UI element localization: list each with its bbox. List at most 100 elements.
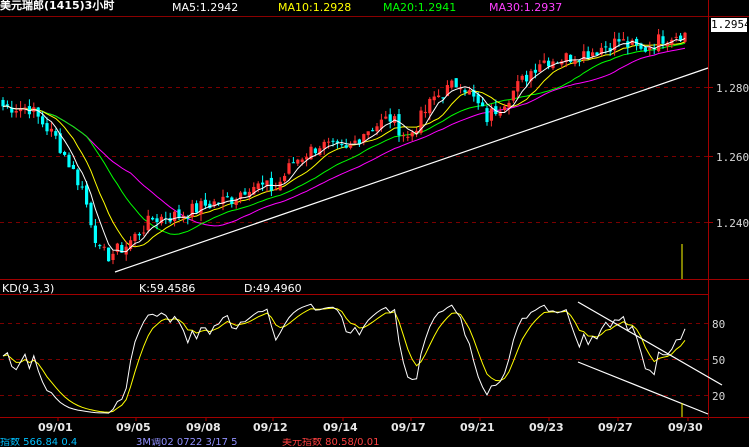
candle-body — [54, 131, 58, 136]
candle-body — [243, 191, 247, 195]
candlestick-series — [1, 28, 687, 265]
x-label-0930: 09/30 — [668, 421, 703, 434]
ticker-strip[interactable]: 指数 566.84 0.4 3M调02 0722 3/17 5 美元指数 80.… — [0, 438, 749, 447]
candle-body — [146, 215, 150, 231]
candle-body — [643, 47, 647, 52]
candle-body — [111, 253, 115, 261]
current-price-box: 1.2954 — [711, 18, 749, 32]
candle-body — [322, 141, 326, 149]
candle-body — [49, 128, 53, 132]
candle-body — [375, 126, 379, 132]
candle-body — [331, 140, 335, 142]
candle-body — [674, 36, 678, 38]
candle-body — [591, 52, 595, 57]
ma5-label: MA5:1.2942 — [172, 1, 239, 14]
ticker-index[interactable]: 指数 566.84 0.4 — [0, 438, 77, 447]
kd-channel-lines — [577, 301, 723, 415]
candle-body — [357, 139, 361, 144]
candle-body — [353, 140, 357, 143]
candle-body — [133, 233, 137, 241]
kd-d-value: D:49.4960 — [244, 282, 302, 295]
candle-body — [71, 164, 75, 170]
ma5-path — [2, 37, 686, 253]
candle-body — [269, 177, 273, 191]
candle-body — [199, 201, 203, 215]
candle-body — [67, 154, 71, 168]
instrument-title: 美元瑞郎(1415)3小时 — [0, 0, 115, 12]
candle-body — [533, 69, 537, 73]
candle-body — [384, 116, 388, 119]
candle-body — [340, 144, 344, 146]
candle-body — [388, 114, 392, 122]
candle-body — [98, 245, 102, 247]
candle-body — [569, 54, 573, 62]
x-label-0908: 09/08 — [186, 421, 221, 434]
candle-body — [142, 232, 146, 234]
candle-body — [485, 108, 489, 123]
candle-body — [547, 60, 551, 67]
candle-body — [5, 104, 9, 106]
candle-body — [283, 175, 287, 182]
price-label-2: 1.2600 — [716, 151, 749, 164]
kd-label-80: 80 — [712, 318, 726, 331]
kd-label-50: 50 — [712, 354, 726, 367]
candle-body — [89, 202, 93, 226]
candle-body — [256, 183, 260, 190]
candle-body — [450, 80, 454, 88]
x-label-0921: 09/21 — [460, 421, 495, 434]
candle-body — [349, 144, 353, 148]
price-label-3: 1.2400 — [716, 217, 749, 230]
candle-body — [406, 136, 410, 138]
x-label-0917: 09/17 — [391, 421, 426, 434]
support-trendline — [114, 67, 709, 273]
candle-body — [397, 114, 401, 136]
candle-body — [432, 96, 436, 101]
candle-body — [573, 60, 577, 64]
candle-body — [137, 233, 141, 236]
candle-body — [604, 46, 608, 48]
candle-body — [313, 148, 317, 154]
price-label-1: 1.2800 — [716, 82, 749, 95]
candle-body — [80, 186, 84, 188]
candle-body — [503, 106, 507, 111]
ma20-label: MA20:1.2941 — [383, 1, 457, 14]
ma30-path — [2, 47, 686, 227]
ticker-usd-index[interactable]: 美元指数 80.58/0.01 — [282, 438, 379, 447]
candle-body — [296, 159, 300, 164]
candle-body — [225, 196, 229, 198]
candle-body — [291, 162, 295, 164]
candle-body — [261, 182, 265, 185]
kd-k-path — [2, 303, 686, 414]
candle-body — [463, 90, 467, 93]
ticker-mid[interactable]: 3M调02 0722 3/17 5 — [136, 438, 238, 447]
ma10-path — [2, 41, 686, 248]
candle-body — [93, 225, 97, 244]
candle-body — [344, 145, 348, 148]
x-label-0905: 09/05 — [116, 421, 151, 434]
candle-body — [511, 90, 515, 101]
candle-body — [542, 60, 546, 63]
candle-body — [107, 247, 111, 262]
candle-body — [41, 116, 45, 125]
candle-body — [186, 217, 190, 219]
candle-body — [155, 218, 159, 223]
candle-body — [190, 203, 194, 218]
candle-body — [586, 51, 590, 59]
kd-indicator-label: KD(9,3,3) — [2, 282, 55, 295]
ma30-label: MA30:1.2937 — [489, 1, 563, 14]
price-grid — [0, 87, 708, 223]
candle-body — [525, 74, 529, 82]
candle-body — [45, 123, 49, 132]
candle-body — [520, 75, 524, 80]
candle-body — [274, 189, 278, 191]
candle-body — [516, 81, 520, 92]
candle-body — [538, 64, 542, 72]
candle-body — [467, 90, 471, 95]
x-label-0923: 09/23 — [529, 421, 564, 434]
candle-body — [661, 36, 665, 44]
x-label-0914: 09/14 — [323, 421, 358, 434]
candle-body — [102, 246, 106, 248]
candle-body — [423, 111, 427, 114]
candle-body — [173, 211, 177, 222]
ma10-line — [2, 41, 686, 248]
